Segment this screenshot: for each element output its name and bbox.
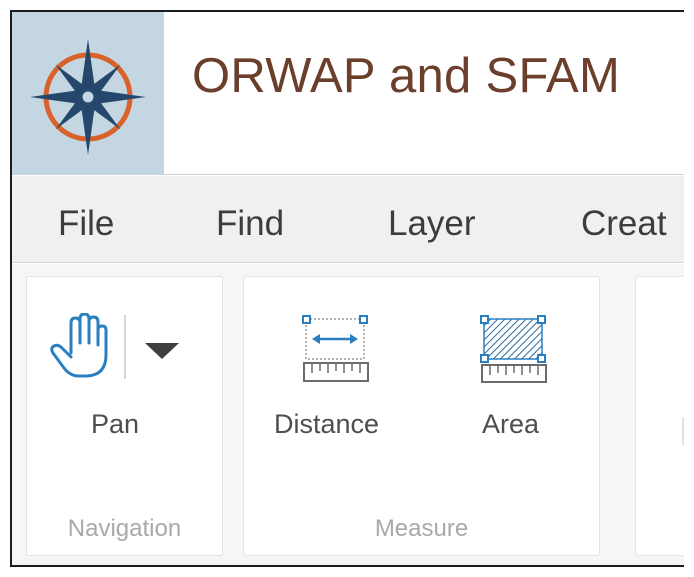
logo	[12, 12, 164, 175]
menu-item-file[interactable]: File	[58, 204, 114, 244]
truncated-label-fragment	[682, 417, 684, 445]
next-group	[635, 276, 684, 556]
navigation-group-label: Navigation	[67, 515, 182, 542]
measure-group-label: Measure	[374, 515, 469, 542]
pan-button[interactable]: Pan	[27, 277, 222, 477]
menu-item-layer[interactable]: Layer	[388, 204, 476, 244]
app-title: ORWAP and SFAM	[192, 49, 621, 103]
menu-item-create[interactable]: Creat	[581, 204, 667, 244]
menu-item-find[interactable]: Find	[216, 204, 284, 244]
split-divider	[124, 315, 126, 379]
compass-rose-icon	[30, 39, 146, 155]
distance-button[interactable]: Distance	[258, 297, 418, 457]
ribbon-toolbar: Pan Navigation Distance Area Measure	[12, 264, 684, 565]
measure-distance-icon	[302, 315, 369, 382]
app-header: ORWAP and SFAM	[12, 12, 684, 175]
area-button[interactable]: Area	[450, 297, 580, 457]
pan-label: Pan	[91, 409, 140, 439]
app-window: ORWAP and SFAM File Find Layer Creat Pan…	[10, 10, 684, 567]
distance-label: Distance	[274, 409, 380, 439]
hand-icon	[50, 313, 108, 378]
navigation-group: Pan Navigation	[26, 276, 223, 556]
caret-down-icon[interactable]	[145, 343, 179, 361]
area-label: Area	[482, 409, 540, 439]
measure-area-icon	[480, 315, 547, 383]
menu-bar: File Find Layer Creat	[12, 176, 684, 263]
measure-group: Distance Area Measure	[243, 276, 600, 556]
